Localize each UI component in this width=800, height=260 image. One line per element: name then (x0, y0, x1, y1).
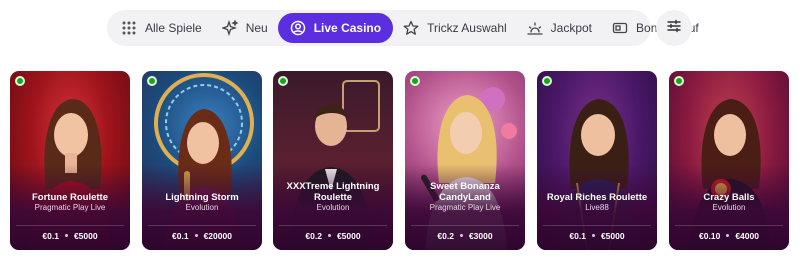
game-title: Crazy Balls (703, 192, 755, 203)
tab-label: Live Casino (313, 21, 382, 35)
min-bet: €0.10 (699, 230, 721, 241)
game-title: XXXTreme Lightning Roulette (286, 181, 380, 203)
sliders-icon (666, 18, 682, 39)
tab-label: Jackpot (550, 21, 593, 35)
min-bet: €0.1 (42, 230, 59, 241)
live-indicator (278, 76, 288, 86)
live-indicator (674, 76, 684, 86)
tab-neu[interactable]: Neu (212, 13, 278, 43)
bet-limits: €0.2 €5000 (279, 225, 387, 242)
separator-dot (459, 234, 463, 237)
bet-limits: €0.2 €3000 (411, 225, 519, 242)
grid-icon (121, 20, 137, 36)
game-provider: Pragmatic Play Live (429, 203, 501, 212)
separator-dot (64, 234, 68, 237)
user-circle-icon (290, 20, 306, 36)
ticket-icon (612, 20, 628, 36)
sparkle-icon (221, 20, 238, 36)
max-bet: €5000 (336, 230, 361, 241)
game-card[interactable]: Royal Riches Roulette Live88 €0.1 €5000 (537, 71, 657, 250)
game-card[interactable]: Crazy Balls Evolution €0.10 €4000 (669, 71, 789, 250)
separator-dot (327, 234, 331, 237)
tab-trickz-auswahl[interactable]: Trickz Auswahl (393, 13, 517, 43)
game-card[interactable]: XXXTreme Lightning Roulette Evolution €0… (273, 71, 393, 250)
game-title: Royal Riches Roulette (546, 192, 648, 203)
live-indicator (542, 76, 552, 86)
game-card[interactable]: Sweet Bonanza CandyLand Pragmatic Play L… (405, 71, 525, 250)
min-bet: €0.1 (569, 230, 586, 241)
tab-label: Alle Spiele (145, 21, 202, 35)
max-bet: €20000 (203, 230, 232, 241)
bet-limits: €0.1 €5000 (16, 225, 124, 242)
max-bet: €4000 (735, 230, 759, 241)
tab-alle-spiele[interactable]: Alle Spiele (111, 13, 212, 43)
max-bet: €3000 (468, 230, 493, 241)
game-title: Sweet Bonanza CandyLand (430, 181, 500, 203)
category-nav: Alle Spiele Neu Live Casino Trickz Auswa… (107, 10, 699, 46)
game-provider: Evolution (316, 203, 350, 212)
game-card[interactable]: Lightning Storm Evolution €0.1 €20000 (142, 71, 262, 250)
live-indicator (15, 76, 25, 86)
star-icon (403, 20, 419, 36)
min-bet: €0.2 (305, 230, 322, 241)
tab-live-casino[interactable]: Live Casino (277, 13, 394, 43)
game-provider: Live88 (585, 203, 609, 212)
live-indicator (410, 76, 420, 86)
max-bet: €5000 (600, 230, 625, 241)
game-provider: Pragmatic Play Live (34, 203, 106, 212)
bet-limits: €0.1 €20000 (148, 225, 256, 242)
live-indicator (147, 76, 157, 86)
separator-dot (194, 234, 198, 237)
game-title: Lightning Storm (165, 192, 239, 203)
max-bet: €5000 (73, 230, 98, 241)
game-title: Fortune Roulette (32, 192, 108, 203)
tab-jackpot[interactable]: Jackpot (517, 13, 602, 43)
min-bet: €0.2 (437, 230, 454, 241)
separator-dot (591, 234, 595, 237)
filter-button[interactable] (656, 10, 692, 46)
tab-label: Trickz Auswahl (427, 21, 507, 35)
bet-limits: €0.1 €5000 (543, 225, 651, 242)
min-bet: €0.1 (172, 230, 189, 241)
bet-limits: €0.10 €4000 (675, 225, 783, 242)
sunrise-icon (527, 20, 543, 36)
game-provider: Evolution (712, 203, 746, 212)
game-provider: Evolution (185, 203, 219, 212)
tab-label: Neu (245, 21, 268, 35)
game-card[interactable]: Fortune Roulette Pragmatic Play Live €0.… (10, 71, 130, 250)
separator-dot (726, 234, 730, 237)
